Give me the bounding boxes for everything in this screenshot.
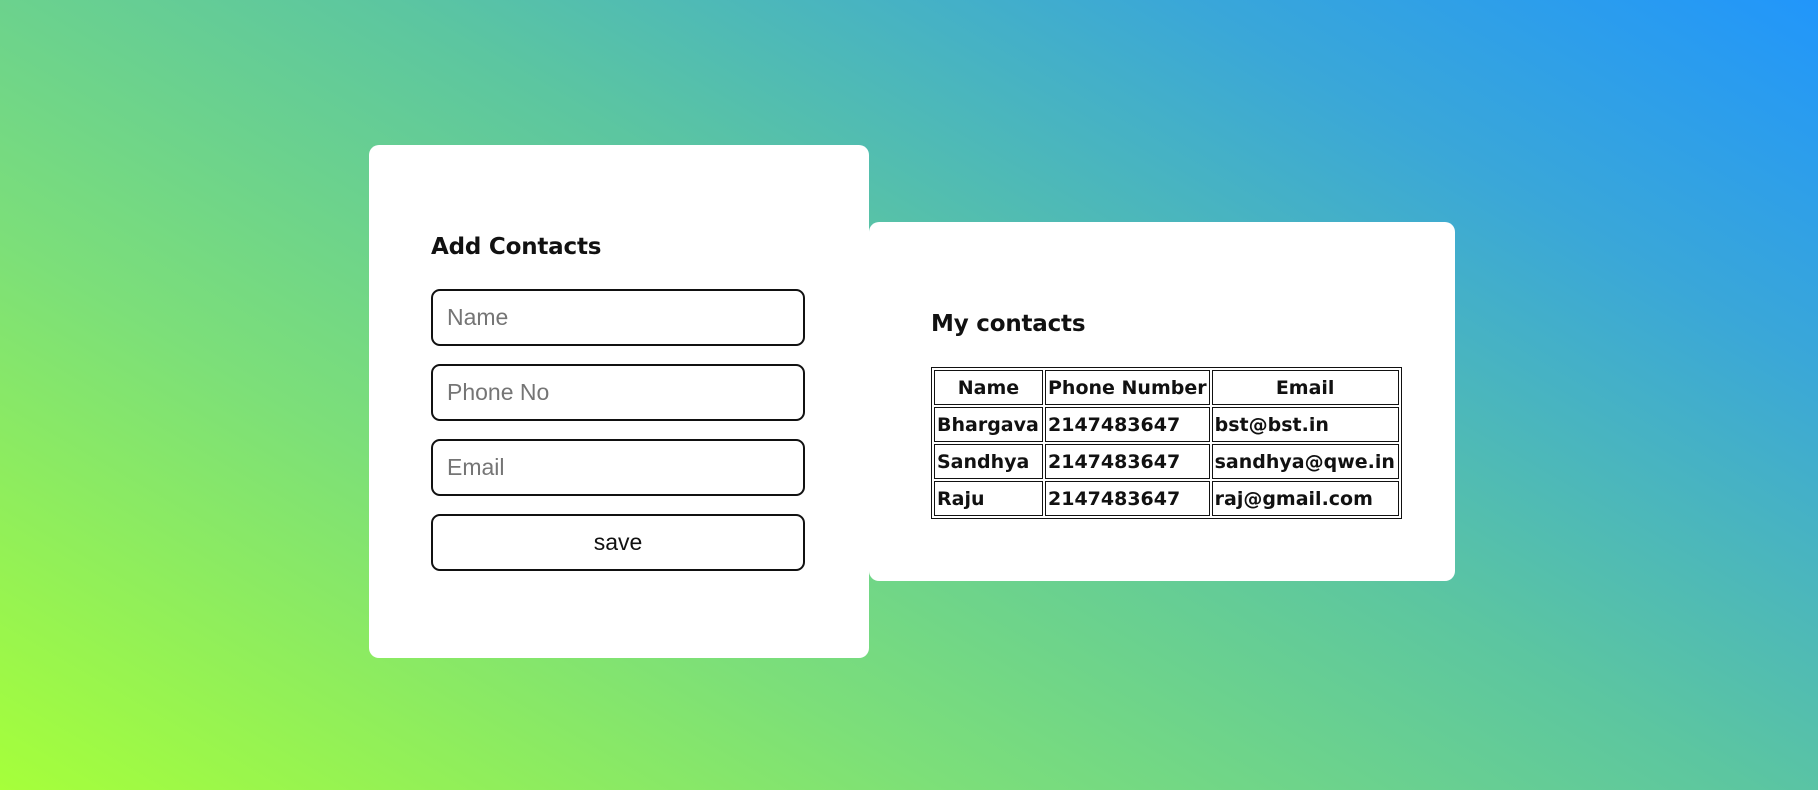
table-row: Raju 2147483647 raj@gmail.com [934,481,1399,516]
contacts-table: Name Phone Number Email Bhargava 2147483… [931,367,1402,519]
add-contacts-title: Add Contacts [431,234,602,260]
table-row: Sandhya 2147483647 sandhya@qwe.in [934,444,1399,479]
header-phone: Phone Number [1045,370,1210,405]
cell-email: bst@bst.in [1211,407,1399,442]
my-contacts-title: My contacts [931,311,1086,337]
table-header-row: Name Phone Number Email [934,370,1399,405]
cell-name: Raju [934,481,1043,516]
cell-name: Bhargava [934,407,1043,442]
cell-name: Sandhya [934,444,1043,479]
cell-email: sandhya@qwe.in [1211,444,1399,479]
cell-phone: 2147483647 [1045,407,1210,442]
contacts-list-card: My contacts Name Phone Number Email Bhar… [869,222,1455,581]
phone-input[interactable] [431,364,805,421]
email-input[interactable] [431,439,805,496]
save-button[interactable]: save [431,514,805,571]
add-contact-card: Add Contacts save [369,145,869,658]
table-row: Bhargava 2147483647 bst@bst.in [934,407,1399,442]
cell-phone: 2147483647 [1045,481,1210,516]
header-email: Email [1211,370,1399,405]
cell-phone: 2147483647 [1045,444,1210,479]
header-name: Name [934,370,1043,405]
cell-email: raj@gmail.com [1211,481,1399,516]
name-input[interactable] [431,289,805,346]
